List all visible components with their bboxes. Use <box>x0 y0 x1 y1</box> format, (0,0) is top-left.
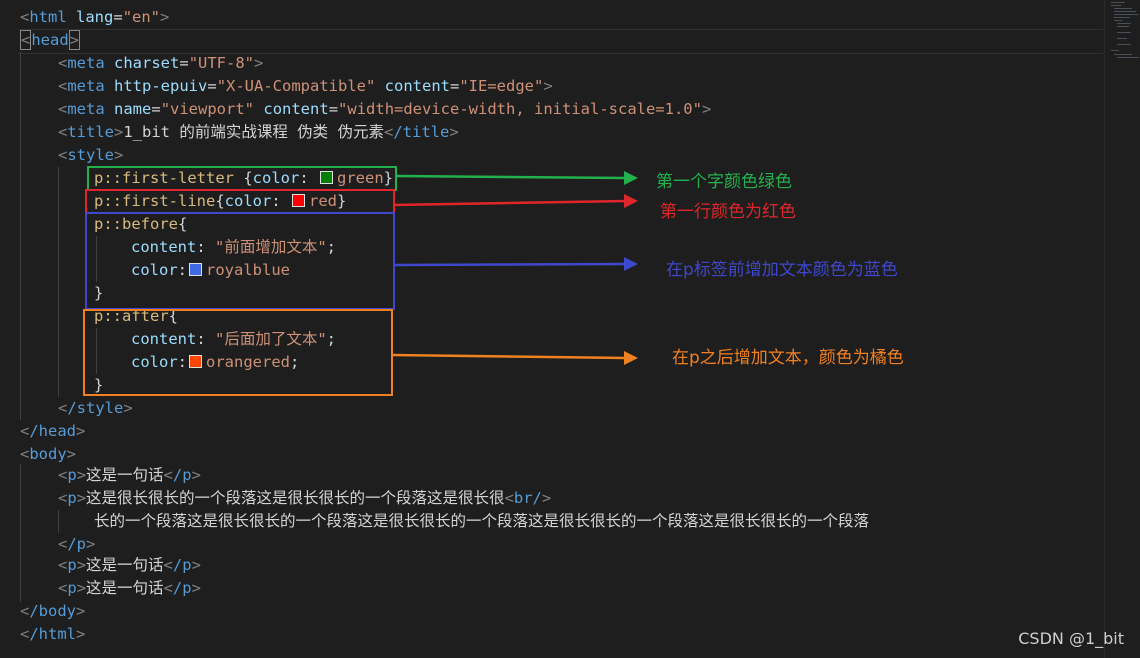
arrow-orange <box>390 351 638 365</box>
arrow-red <box>392 194 638 208</box>
minimap-line <box>1114 14 1138 15</box>
minimap-line <box>1114 11 1136 12</box>
minimap-line <box>1111 2 1125 3</box>
minimap-line <box>1117 26 1129 27</box>
minimap-line <box>1117 23 1131 24</box>
arrow-blue <box>392 257 638 271</box>
minimap-line <box>1117 38 1127 39</box>
minimap[interactable] <box>1104 0 1140 658</box>
annotation-note-green: 第一个字颜色绿色 <box>656 172 792 192</box>
minimap-line <box>1117 57 1139 58</box>
watermark: CSDN @1_bit <box>1018 629 1124 648</box>
annotation-note-red: 第一行颜色为红色 <box>660 202 796 222</box>
annotation-note-orange: 在p之后增加文本，颜色为橘色 <box>672 348 904 368</box>
annotation-note-blue: 在p标签前增加文本颜色为蓝色 <box>666 260 898 280</box>
minimap-line <box>1114 20 1122 21</box>
minimap-line <box>1111 5 1121 6</box>
minimap-line <box>1117 44 1131 45</box>
annotation-arrows <box>390 171 638 365</box>
minimap-line <box>1114 17 1130 18</box>
minimap-line <box>1114 8 1132 9</box>
minimap-line <box>1111 50 1119 51</box>
minimap-line <box>1117 32 1131 33</box>
minimap-line <box>1114 54 1132 55</box>
arrow-green <box>396 171 638 185</box>
